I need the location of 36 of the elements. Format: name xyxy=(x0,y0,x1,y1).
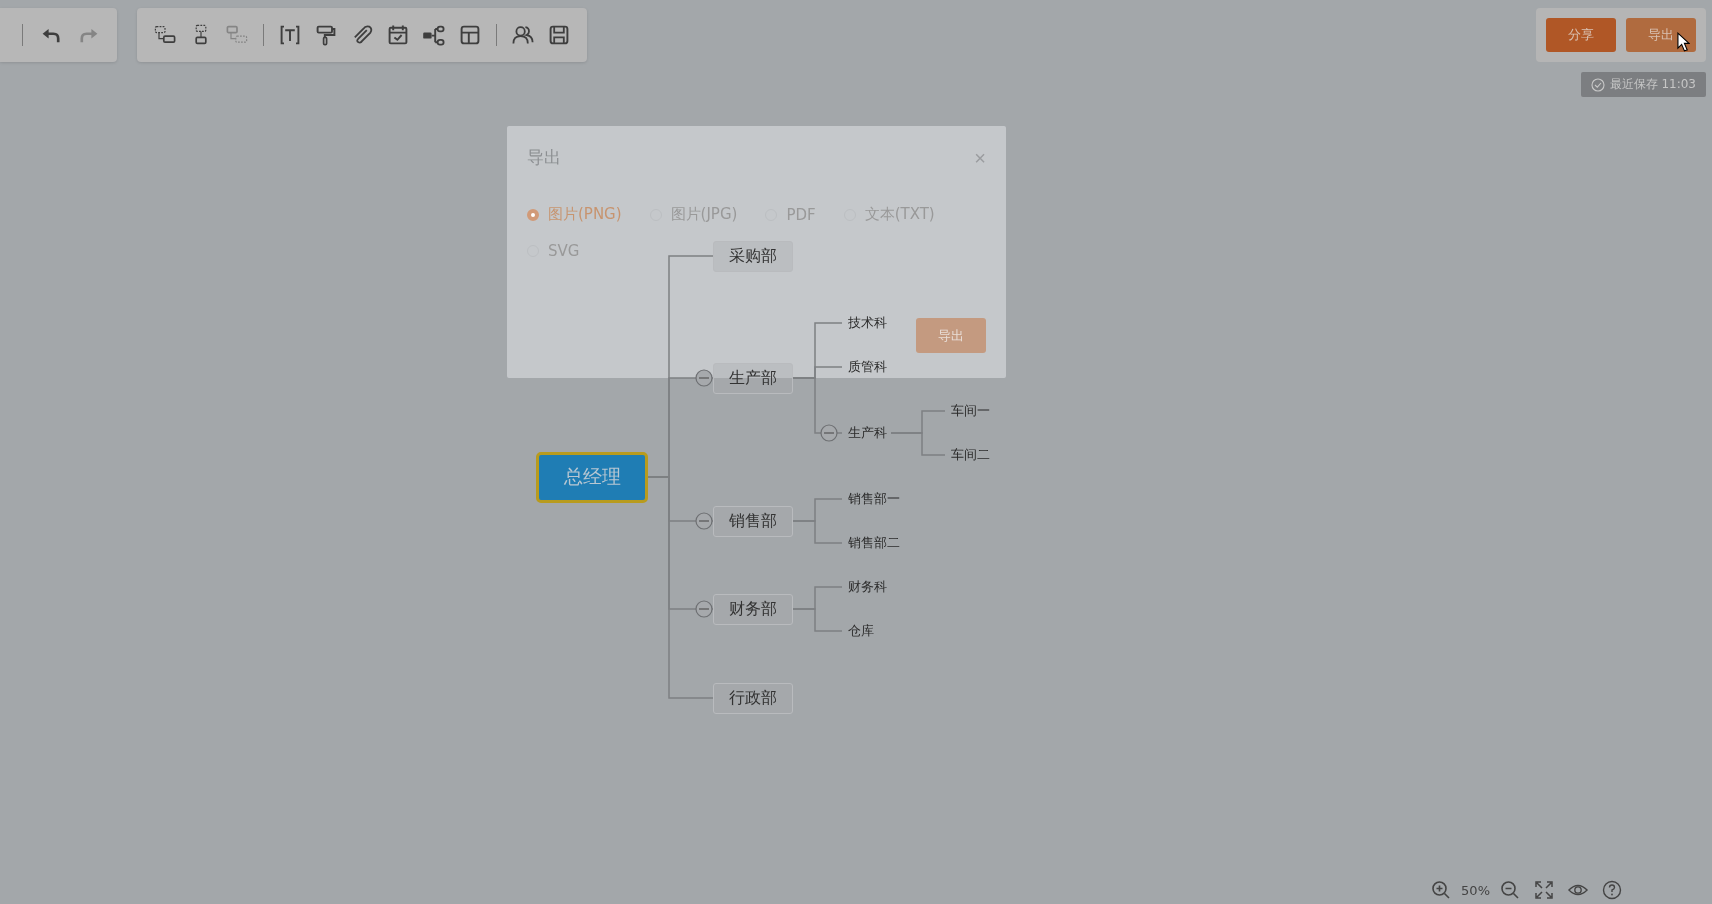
paint-roller-icon[interactable] xyxy=(314,23,338,47)
radio-icon[interactable] xyxy=(527,208,539,221)
zoom-level: 50% xyxy=(1461,882,1490,898)
dialog-title: 导出 xyxy=(527,146,561,169)
subtopic-label[interactable]: 仓库 xyxy=(848,621,874,641)
topic-node[interactable]: 行政部 xyxy=(713,682,793,714)
save-status-text: 最近保存 11:03 xyxy=(1609,76,1696,93)
calendar-check-icon[interactable] xyxy=(386,23,410,47)
check-circle-icon xyxy=(1590,77,1605,92)
topic-node[interactable]: 采购部 xyxy=(713,240,793,272)
cursor-icon xyxy=(1677,32,1690,53)
connector-line xyxy=(890,432,946,456)
fullscreen-icon[interactable] xyxy=(1534,880,1554,900)
save-icon[interactable] xyxy=(547,23,571,47)
structure-icon[interactable] xyxy=(422,23,446,47)
topic-node[interactable]: 生产部 xyxy=(713,362,793,394)
connector-line xyxy=(792,608,843,632)
subtopic-label[interactable]: 车间一 xyxy=(951,401,990,421)
topic-node[interactable]: 财务部 xyxy=(713,593,793,625)
connector-line xyxy=(792,520,843,544)
subtopic-label[interactable]: 财务科 xyxy=(848,577,887,597)
zoom-out-icon[interactable] xyxy=(1500,880,1520,900)
topic-node[interactable]: 销售部 xyxy=(713,505,793,537)
subtopic-label[interactable]: 技术科 xyxy=(848,313,887,333)
zoom-in-icon[interactable] xyxy=(1431,880,1452,900)
collapse-icon[interactable] xyxy=(695,369,713,387)
layout-icon[interactable] xyxy=(458,23,482,47)
text-icon[interactable] xyxy=(278,23,302,47)
share-button[interactable]: 分享 xyxy=(1546,18,1616,52)
subtopic-label[interactable]: 车间二 xyxy=(951,445,990,465)
subtopic-label[interactable]: 生产科 xyxy=(848,423,887,443)
help-icon[interactable] xyxy=(1602,880,1622,900)
subtopic-label[interactable]: 质管科 xyxy=(848,357,887,377)
subtopic-label[interactable]: 销售部一 xyxy=(848,489,900,509)
format-label: 图片(PNG) xyxy=(548,205,622,224)
subtopic-label[interactable]: 销售部二 xyxy=(848,533,900,553)
